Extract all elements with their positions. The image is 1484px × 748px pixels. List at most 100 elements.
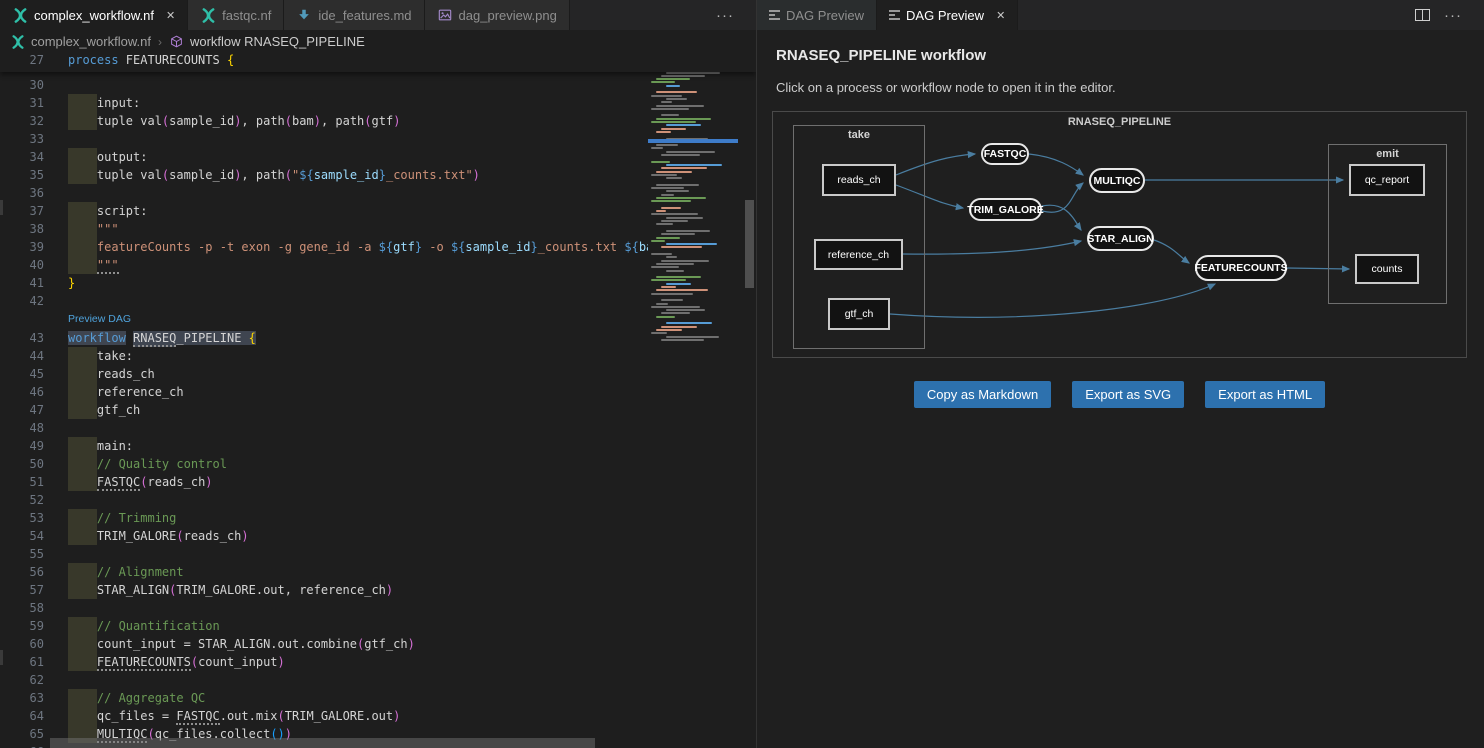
code-line[interactable]: 40 """	[0, 256, 648, 274]
code-line[interactable]: 37 script:	[0, 202, 648, 220]
minimap-line	[656, 105, 704, 107]
minimap-line	[666, 164, 722, 166]
code-line[interactable]: 34 output:	[0, 148, 648, 166]
tab-dag-preview-png[interactable]: dag_preview.png	[425, 0, 570, 30]
code-line[interactable]: 60 count_input = STAR_ALIGN.out.combine(…	[0, 635, 648, 653]
scrollbar-thumb[interactable]	[50, 738, 595, 748]
more-actions-icon[interactable]: ···	[716, 7, 734, 24]
line-number: 39	[0, 238, 44, 256]
code-line[interactable]: 39 featureCounts -p -t exon -g gene_id -…	[0, 238, 648, 256]
tab-dag-preview-active[interactable]: DAG Preview ✕	[877, 0, 1018, 30]
minimap-line	[661, 312, 690, 314]
close-icon[interactable]: ✕	[166, 9, 175, 22]
dag-edge-TRIM_GALORE-to-STAR_ALIGN	[1042, 205, 1081, 230]
code-line[interactable]: 62	[0, 671, 648, 689]
code-line[interactable]: 58	[0, 599, 648, 617]
breadcrumb-symbol[interactable]: workflow RNASEQ_PIPELINE	[190, 34, 365, 49]
code-token: // Quality control	[68, 457, 227, 471]
tab-complex-workflow[interactable]: complex_workflow.nf ✕	[0, 0, 188, 30]
sticky-scroll-line[interactable]: 27process FEATURECOUNTS {	[0, 53, 756, 72]
code-token: count_input = STAR_ALIGN.out.combine	[68, 637, 357, 651]
code-token: FASTQC	[176, 709, 219, 725]
code-token: sample_id	[465, 240, 530, 254]
scrollbar-thumb[interactable]	[745, 200, 754, 288]
vertical-scrollbar[interactable]	[743, 53, 756, 748]
code-line[interactable]: 63 // Aggregate QC	[0, 689, 648, 707]
code-token: TRIM_GALORE.out, reference_ch	[176, 583, 386, 597]
tab-fastqc[interactable]: fastqc.nf	[188, 0, 284, 30]
codelens-preview-dag[interactable]: Preview DAG	[68, 310, 131, 329]
code-line[interactable]: 50 // Quality control	[0, 455, 648, 473]
code-line[interactable]: 48	[0, 419, 648, 437]
tab-label: ide_features.md	[318, 8, 411, 23]
code-line[interactable]: 46 reference_ch	[0, 383, 648, 401]
export-as-html-button[interactable]: Export as HTML	[1205, 381, 1325, 408]
code-token: , path	[321, 114, 364, 128]
code-line[interactable]: 31 input:	[0, 94, 648, 112]
dag-preview-panel: DAG Preview DAG Preview ✕ ··· RNASEQ_PIP…	[756, 0, 1484, 748]
code-line[interactable]: 30	[0, 76, 648, 94]
dag-process-FASTQC[interactable]: FASTQC	[981, 143, 1029, 165]
dag-edge-STAR_ALIGN-to-FEATURECOUNTS	[1154, 240, 1189, 263]
code-token: ${	[624, 240, 638, 254]
export-as-svg-button[interactable]: Export as SVG	[1072, 381, 1184, 408]
code-token: _PIPELINE	[176, 331, 248, 345]
line-number: 38	[0, 220, 44, 238]
dag-process-FEATURECOUNTS[interactable]: FEATURECOUNTS	[1195, 255, 1287, 281]
code-editor[interactable]: 27process FEATURECOUNTS { 3031 input:32 …	[0, 53, 756, 748]
minimap-line	[656, 78, 690, 80]
dag-process-STAR_ALIGN[interactable]: STAR_ALIGN	[1087, 226, 1154, 251]
code-line[interactable]: 59 // Quantification	[0, 617, 648, 635]
code-line[interactable]: 57 STAR_ALIGN(TRIM_GALORE.out, reference…	[0, 581, 648, 599]
code-line[interactable]: 41}	[0, 274, 648, 292]
minimap-line	[656, 118, 711, 120]
code-line[interactable]: 33	[0, 130, 648, 148]
dag-process-MULTIQC[interactable]: MULTIQC	[1089, 168, 1145, 193]
line-number: 56	[0, 563, 44, 581]
line-number: 62	[0, 671, 44, 689]
code-line[interactable]: 55	[0, 545, 648, 563]
code-line[interactable]: 32 tuple val(sample_id), path(bam), path…	[0, 112, 648, 130]
code-line[interactable]: 35 tuple val(sample_id), path("${sample_…	[0, 166, 648, 184]
minimap-line	[651, 266, 679, 268]
code-line[interactable]: 43workflow RNASEQ_PIPELINE {	[0, 329, 648, 347]
code-line[interactable]: 45 reads_ch	[0, 365, 648, 383]
code-token: (	[285, 114, 292, 128]
tab-ide-features[interactable]: ide_features.md	[284, 0, 424, 30]
code-line[interactable]: 64 qc_files = FASTQC.out.mix(TRIM_GALORE…	[0, 707, 648, 725]
code-line[interactable]: 47 gtf_ch	[0, 401, 648, 419]
code-token: FASTQC	[97, 475, 140, 491]
minimap-selection	[648, 139, 738, 143]
code-line[interactable]: 36	[0, 184, 648, 202]
line-number: 42	[0, 292, 44, 310]
breadcrumb-file[interactable]: complex_workflow.nf	[31, 34, 151, 49]
code-line[interactable]: 51 FASTQC(reads_ch)	[0, 473, 648, 491]
minimap-line	[661, 167, 707, 169]
split-editor-icon[interactable]	[1415, 9, 1430, 21]
code-line[interactable]: 53 // Trimming	[0, 509, 648, 527]
minimap-line	[651, 187, 684, 189]
dag-process-TRIM_GALORE[interactable]: TRIM_GALORE	[969, 198, 1042, 221]
minimap-line	[661, 101, 672, 103]
code-line[interactable]: 52	[0, 491, 648, 509]
minimap[interactable]	[648, 53, 743, 748]
code-line[interactable]: 61 FEATURECOUNTS(count_input)	[0, 653, 648, 671]
code-text: // Alignment	[68, 563, 184, 581]
code-token: )	[408, 637, 415, 651]
minimap-line	[651, 174, 677, 176]
code-token: reference_ch	[68, 385, 184, 399]
code-line[interactable]: 56 // Alignment	[0, 563, 648, 581]
code-line[interactable]: 38 """	[0, 220, 648, 238]
close-icon[interactable]: ✕	[996, 9, 1005, 22]
code-line[interactable]: 54 TRIM_GALORE(reads_ch)	[0, 527, 648, 545]
editor-tabbar: complex_workflow.nf ✕ fastqc.nf ide_feat…	[0, 0, 756, 30]
code-line[interactable]: 44 take:	[0, 347, 648, 365]
more-actions-icon[interactable]: ···	[1444, 7, 1462, 24]
copy-as-markdown-button[interactable]: Copy as Markdown	[914, 381, 1051, 408]
code-line[interactable]: 42	[0, 292, 648, 310]
tab-dag-preview-inactive[interactable]: DAG Preview	[757, 0, 877, 30]
code-line[interactable]: 49 main:	[0, 437, 648, 455]
horizontal-scrollbar[interactable]	[0, 738, 648, 748]
code-text: reference_ch	[68, 383, 184, 401]
tab-label: dag_preview.png	[459, 8, 557, 23]
